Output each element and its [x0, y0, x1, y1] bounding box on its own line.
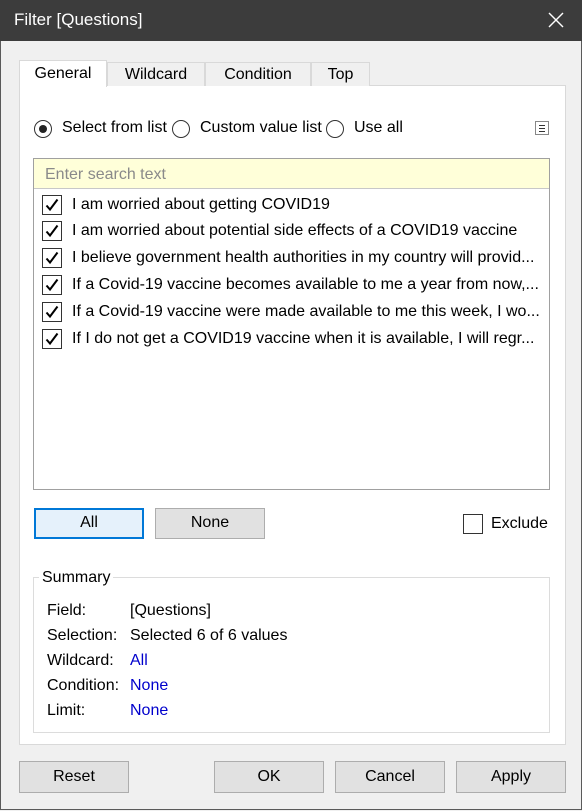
item-label: I believe government health authorities …: [72, 249, 535, 266]
select-all-button[interactable]: All: [34, 508, 144, 539]
checkmark-icon: [45, 198, 59, 212]
item-label: If I do not get a COVID19 vaccine when i…: [72, 330, 535, 347]
list-item[interactable]: I am worried about potential side effect…: [42, 220, 547, 244]
exclude-label: Exclude: [491, 515, 548, 532]
tab-top[interactable]: Top: [311, 62, 370, 86]
select-none-button[interactable]: None: [155, 508, 265, 539]
item-checkbox[interactable]: [42, 248, 62, 268]
summary-key: Limit:: [47, 702, 86, 719]
radio-button[interactable]: [172, 120, 190, 138]
list-item[interactable]: If a Covid-19 vaccine were made availabl…: [42, 301, 547, 325]
close-button[interactable]: [540, 4, 572, 36]
list-item[interactable]: If I do not get a COVID19 vaccine when i…: [42, 328, 547, 352]
summary-value: [Questions]: [130, 602, 211, 619]
ok-button[interactable]: OK: [214, 761, 324, 793]
radio-label: Select from list: [62, 119, 167, 136]
list-item[interactable]: I am worried about getting COVID19: [42, 194, 547, 218]
summary-value: Selected 6 of 6 values: [130, 627, 288, 644]
checkmark-icon: [45, 251, 59, 265]
summary-key: Wildcard:: [47, 652, 114, 669]
item-checkbox[interactable]: [42, 221, 62, 241]
title-bar: Filter [Questions]: [0, 0, 582, 41]
reset-button[interactable]: Reset: [19, 761, 129, 793]
list-options-menu-icon[interactable]: [535, 121, 549, 135]
summary-key: Condition:: [47, 677, 120, 694]
search-input[interactable]: [43, 162, 542, 188]
list-item[interactable]: I believe government health authorities …: [42, 247, 547, 271]
summary-wildcard-link[interactable]: All: [130, 652, 148, 670]
list-item[interactable]: If a Covid-19 vaccine becomes available …: [42, 274, 547, 298]
summary-condition-link[interactable]: None: [130, 677, 168, 695]
checkmark-icon: [45, 332, 59, 346]
tab-general[interactable]: General: [19, 60, 107, 87]
tab-condition[interactable]: Condition: [205, 62, 311, 86]
radio-label: Use all: [354, 119, 403, 136]
radio-dot: [39, 125, 47, 133]
window-title: Filter [Questions]: [14, 10, 143, 29]
item-label: If a Covid-19 vaccine were made availabl…: [72, 303, 540, 320]
exclude-checkbox[interactable]: [463, 514, 483, 534]
summary-key: Selection:: [47, 627, 118, 644]
item-checkbox[interactable]: [42, 302, 62, 322]
item-checkbox[interactable]: [42, 195, 62, 215]
radio-button[interactable]: [34, 120, 52, 138]
radio-button[interactable]: [326, 120, 344, 138]
cancel-button[interactable]: Cancel: [335, 761, 445, 793]
summary-limit-link[interactable]: None: [130, 702, 168, 720]
apply-button[interactable]: Apply: [456, 761, 566, 793]
checkmark-icon: [45, 278, 59, 292]
item-label: If a Covid-19 vaccine becomes available …: [72, 276, 539, 293]
search-box: [34, 159, 549, 189]
checkmark-icon: [45, 224, 59, 238]
radio-label: Custom value list: [200, 119, 322, 136]
item-label: I am worried about potential side effect…: [72, 222, 518, 239]
item-label: I am worried about getting COVID19: [72, 196, 330, 213]
item-checkbox[interactable]: [42, 329, 62, 349]
tab-wildcard[interactable]: Wildcard: [107, 62, 205, 86]
value-listbox[interactable]: I am worried about getting COVID19 I am …: [33, 158, 550, 490]
summary-key: Field:: [47, 602, 87, 619]
close-icon: [548, 12, 564, 28]
checkmark-icon: [45, 305, 59, 319]
summary-legend: Summary: [39, 569, 114, 587]
item-checkbox[interactable]: [42, 275, 62, 295]
